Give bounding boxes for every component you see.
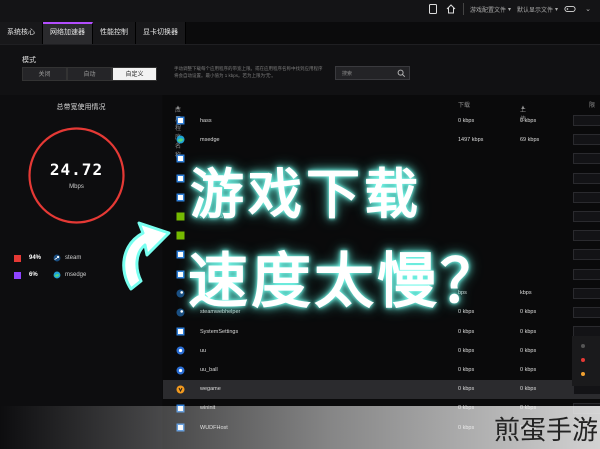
uu-icon (175, 346, 185, 356)
edge-icon (175, 135, 185, 145)
steam-icon (175, 307, 185, 317)
table-row[interactable]: wegame 0 kbps 0 kbps (163, 379, 600, 399)
window-controls: 游戏配置文件 ▾ 默认显示文件 ▾ ⌄ (427, 0, 600, 18)
table-row[interactable]: msedge 1497 kbps 69 kbps (163, 130, 600, 149)
table-row[interactable]: uu_ball 0 kbps 0 kbps (163, 360, 600, 379)
limit-input[interactable] (573, 249, 600, 261)
upload-rate: 0 kbps (520, 386, 537, 393)
search-placeholder: 搜索 (342, 71, 353, 77)
limit-input[interactable] (573, 134, 600, 146)
table-header: 应用程序名称 ▲ 下载 上传 ▲ 限 (163, 95, 600, 159)
limit-input[interactable] (573, 230, 600, 242)
app-name: uu (200, 347, 207, 354)
legend-name: msedge (65, 272, 87, 278)
limit-input[interactable] (573, 153, 600, 165)
profile-dropdown[interactable]: 游戏配置文件 ▾ (470, 5, 511, 14)
download-rate: 1497 kbps (458, 136, 484, 143)
search-icon (397, 69, 406, 78)
tab-network-accelerator[interactable]: 网络加速器 (43, 22, 93, 44)
legend-name: steam (65, 255, 82, 261)
app-icon (175, 192, 185, 202)
legend-swatch (14, 254, 21, 262)
profile-dropdown-label: 游戏配置文件 (469, 7, 506, 14)
limit-input[interactable] (573, 191, 600, 203)
steam-icon (53, 254, 61, 262)
main-tabs: 系统核心 网络加速器 性能控制 显卡切换器 (0, 22, 186, 44)
upload-rate: 0 kbps (520, 117, 537, 124)
col-header-download[interactable]: 下载 (458, 100, 470, 109)
tablet-icon[interactable] (427, 3, 439, 15)
download-rate: 0 kbps (458, 328, 475, 335)
chevron-down-icon: ▾ (554, 6, 558, 13)
side-indicator (572, 336, 600, 386)
limit-input[interactable] (573, 211, 600, 223)
app-name: wegame (200, 386, 221, 393)
limit-input[interactable] (573, 287, 600, 299)
edge-icon (53, 271, 61, 279)
wegame-icon (175, 384, 185, 394)
headline-line1: 游戏下载 (189, 162, 422, 227)
display-dropdown-label: 默认显示文件 (516, 7, 553, 14)
table-row[interactable]: uu 0 kbps 0 kbps (163, 341, 600, 360)
upload-rate: 0 kbps (520, 367, 537, 374)
legend-percent: 94% (29, 255, 42, 261)
legend-percent: 6% (29, 272, 38, 278)
app-icon (175, 154, 185, 164)
legend-item: 6% msedge (14, 271, 86, 279)
table-row[interactable]: SystemSettings 0 kbps 0 kbps (163, 322, 600, 341)
uu-icon (175, 365, 185, 375)
limit-input[interactable] (573, 268, 600, 280)
bandwidth-unit: Mbps (69, 184, 84, 190)
curved-arrow-icon (122, 221, 171, 291)
divider (462, 3, 464, 15)
download-rate: 0 kbps (458, 367, 475, 374)
tab-gpu-switcher[interactable]: 显卡切换器 (136, 22, 186, 44)
mode-description: 手动调整下载每个应用程序的带宽上限。或在应用程序名称中找到应用程序将会自动设置。… (174, 66, 323, 78)
watermark: 煎蛋手游 (493, 416, 598, 446)
upload-rate: 0 kbps (520, 347, 537, 354)
upload-rate: kbps (520, 290, 532, 297)
status-dot (581, 372, 585, 376)
mode-title: 模式 (22, 57, 36, 64)
mode-selector: 关闭 自动 自定义 (22, 67, 157, 81)
mode-panel: 模式 关闭 自动 自定义 手动调整下载每个应用程序的带宽上限。或在应用程序名称中… (0, 45, 600, 95)
limit-input[interactable] (573, 172, 600, 184)
legend-swatch (14, 271, 21, 279)
search-input[interactable]: 搜索 (335, 66, 410, 80)
upload-rate: 0 kbps (520, 328, 537, 335)
app-name: uu_ball (200, 367, 218, 374)
app-icon (175, 173, 185, 183)
chevron-down-icon: ▾ (507, 6, 511, 13)
headline-line2: 速度太慢？ (187, 246, 503, 318)
status-dot (581, 358, 585, 362)
upload-rate: 0 kbps (520, 309, 537, 316)
upload-rate: 69 kbps (520, 136, 540, 143)
tab-performance-control[interactable]: 性能控制 (93, 22, 136, 44)
mode-auto-button[interactable]: 自动 (67, 67, 112, 81)
bandwidth-value: 24.72 (49, 160, 104, 179)
app-icon (175, 327, 185, 337)
gamepad-icon[interactable] (564, 3, 576, 15)
legend-item: 94% steam (14, 254, 81, 262)
app-name: hass (200, 117, 212, 124)
chevron-down-icon[interactable]: ⌄ (582, 3, 594, 15)
table-row[interactable]: hass 0 kbps 0 kbps (163, 111, 600, 130)
app-name: SystemSettings (200, 328, 239, 335)
mode-custom-button[interactable]: 自定义 (112, 67, 157, 81)
limit-input[interactable] (573, 115, 600, 127)
mode-off-button[interactable]: 关闭 (22, 67, 67, 81)
bandwidth-title: 总带宽使用情况 (56, 104, 106, 111)
download-rate: 0 kbps (458, 117, 475, 124)
display-dropdown[interactable]: 默认显示文件 ▾ (517, 5, 558, 14)
app-icon (175, 116, 185, 126)
download-rate: 0 kbps (458, 347, 475, 354)
download-rate: 0 kbps (458, 386, 475, 393)
limit-input[interactable] (573, 306, 600, 318)
col-header-limit[interactable]: 限 (589, 100, 595, 109)
app-name: msedge (200, 136, 220, 143)
home-icon[interactable] (445, 3, 457, 15)
title-bar: 游戏配置文件 ▾ 默认显示文件 ▾ ⌄ (0, 0, 600, 22)
tab-system-core[interactable]: 系统核心 (0, 22, 43, 44)
status-dot (581, 344, 585, 348)
